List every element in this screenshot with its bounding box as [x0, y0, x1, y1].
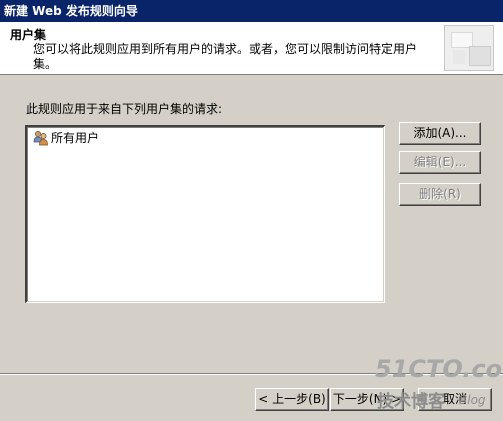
window-titlebar[interactable]: 新建 Web 发布规则向导 — [0, 0, 503, 22]
watermark-brand: 51CTO.com — [375, 355, 503, 383]
edit-button[interactable]: 编辑(E)... — [399, 151, 481, 174]
delete-button[interactable]: 删除(R) — [399, 183, 481, 206]
page-title: 用户集 — [10, 28, 47, 42]
page-description: 您可以将此规则应用到所有用户的请求。或者，您可以限制访问特定用户集。 — [33, 42, 418, 71]
cancel-button[interactable]: 取消 — [418, 388, 492, 411]
user-sets-label: 此规则应用于来自下列用户集的请求: — [26, 102, 223, 116]
list-item-label: 所有用户 — [51, 131, 100, 145]
list-item[interactable]: 所有用户 — [33, 130, 99, 146]
window-title: 新建 Web 发布规则向导 — [4, 4, 138, 18]
wizard-header-graphic — [444, 25, 494, 71]
wizard-header: 用户集 您可以将此规则应用到所有用户的请求。或者，您可以限制访问特定用户集。 — [0, 22, 503, 75]
add-button[interactable]: 添加(A)... — [399, 122, 481, 145]
back-button[interactable]: < 上一步(B) — [255, 388, 329, 411]
user-sets-list[interactable]: 所有用户 — [25, 125, 385, 303]
next-button[interactable]: 下一步(N) > — [330, 388, 404, 411]
users-icon — [33, 130, 49, 146]
